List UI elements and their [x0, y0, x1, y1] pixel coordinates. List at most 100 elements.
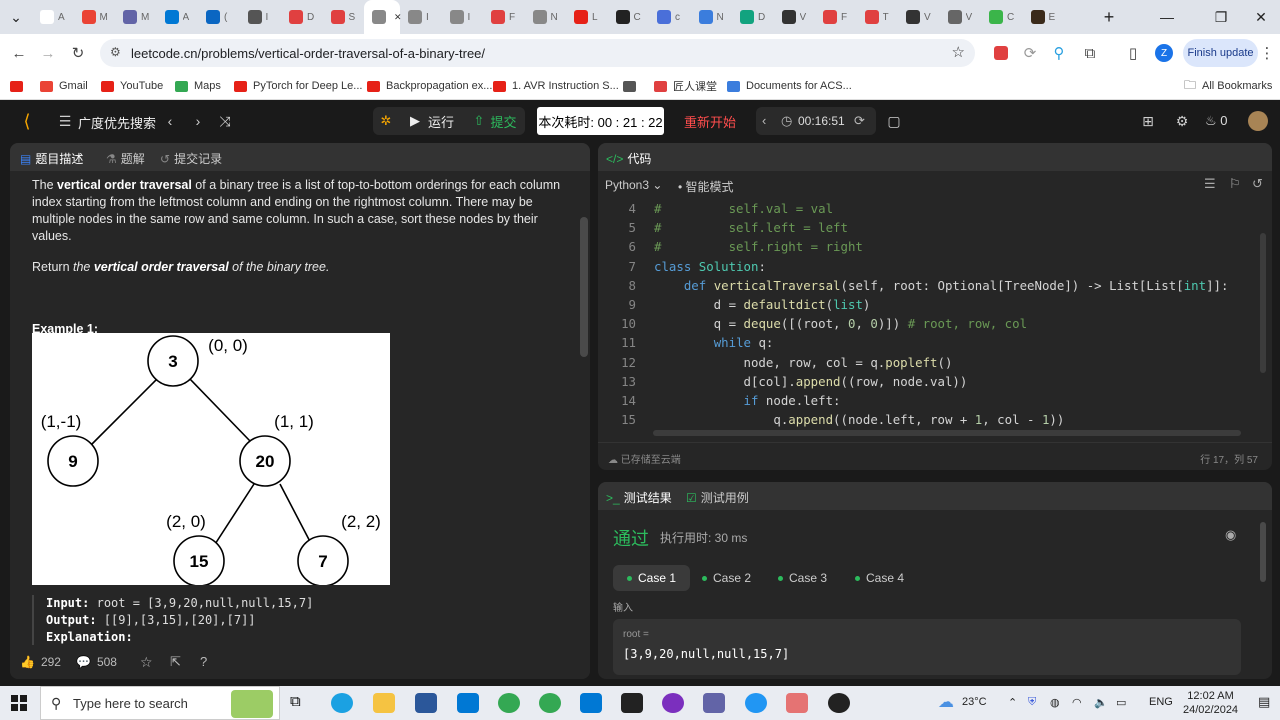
bookmark-item[interactable]: 1. AVR Instruction S...	[493, 78, 619, 94]
tab-submissions[interactable]: ↺ 提交记录	[160, 150, 222, 167]
browser-tab[interactable]: V	[774, 0, 816, 34]
teams-icon[interactable]	[703, 693, 725, 713]
eye-icon[interactable]: ◉	[1225, 527, 1236, 543]
case-tab-3[interactable]: Case 3	[764, 565, 841, 591]
omnibox[interactable]: ⚙ leetcode.cn/problems/vertical-order-tr…	[100, 39, 975, 67]
layout-icon[interactable]: ⊞	[1138, 111, 1158, 131]
shield-icon[interactable]: ⛨	[1028, 696, 1036, 709]
finish-update-button[interactable]: Finish update	[1183, 39, 1258, 67]
code-line[interactable]: 14 if node.left:	[598, 393, 840, 412]
editor-vscrollbar[interactable]	[1260, 233, 1266, 373]
tab-search-icon[interactable]: ⌄	[0, 0, 32, 34]
code-line[interactable]: 11 while q:	[598, 335, 773, 354]
reset-timer-icon[interactable]: ⟳	[854, 113, 865, 129]
prev-problem-icon[interactable]: ‹	[160, 111, 180, 131]
chrome-icon-2[interactable]	[539, 693, 561, 713]
bookmark-item[interactable]: Maps	[175, 78, 221, 94]
volume-icon[interactable]: 🔈	[1094, 696, 1108, 709]
case-tab-1[interactable]: Case 1	[613, 565, 691, 591]
app-icon-3[interactable]	[745, 693, 767, 713]
code-tab[interactable]: </> 代码	[606, 150, 651, 167]
code-line[interactable]: 9 d = defaultdict(list)	[598, 297, 871, 316]
bookmark-item[interactable]: 匠人课堂	[654, 78, 717, 94]
extensions-icon[interactable]: ⧉	[1079, 42, 1101, 64]
tab-solutions[interactable]: ⚗ 题解	[106, 150, 145, 167]
browser-tab[interactable]: V	[898, 0, 940, 34]
browser-tab[interactable]: F	[483, 0, 525, 34]
tray-app-icon[interactable]: ◍	[1050, 696, 1060, 709]
tray-chevron-icon[interactable]: ⌃	[1008, 696, 1017, 709]
app-icon-4[interactable]	[786, 693, 808, 713]
edge-icon[interactable]	[331, 693, 353, 713]
like-button[interactable]: 👍 292	[20, 655, 61, 669]
app-icon-1[interactable]	[415, 693, 437, 713]
back-icon[interactable]: ←	[8, 42, 30, 64]
browser-tab[interactable]: N	[691, 0, 733, 34]
file-explorer-icon[interactable]	[373, 693, 395, 713]
bookmark-item[interactable]: PyTorch for Deep Le...	[234, 78, 362, 94]
wifi-icon[interactable]: ◠	[1072, 696, 1082, 709]
bookmark-item[interactable]: Backpropagation ex...	[367, 78, 492, 94]
chevron-left-icon[interactable]: ‹	[762, 113, 766, 128]
weather-temp[interactable]: 23°C	[962, 696, 987, 708]
translate-icon[interactable]: ⟳	[1019, 42, 1041, 64]
settings-gear-icon[interactable]: ⚙	[1172, 111, 1192, 131]
code-line[interactable]: 6 # self.right = right	[598, 239, 863, 258]
help-icon[interactable]: ?	[200, 654, 207, 669]
bookmark-item[interactable]	[10, 78, 23, 94]
tab-description[interactable]: ▤ 题目描述	[20, 150, 83, 167]
new-tab-button[interactable]: +	[1094, 0, 1124, 34]
user-avatar[interactable]	[1248, 111, 1268, 131]
browser-tab[interactable]: c	[649, 0, 691, 34]
code-line[interactable]: 13 d[col].append((row, node.val))	[598, 374, 967, 393]
case-tab-4[interactable]: Case 4	[841, 565, 918, 591]
terminal-app-icon[interactable]	[621, 693, 643, 713]
chrome-icon[interactable]	[498, 693, 520, 713]
browser-tab[interactable]: S✕	[364, 0, 402, 34]
app-icon-2[interactable]	[662, 693, 684, 713]
site-info-icon[interactable]: ⚙	[110, 45, 121, 59]
bookmark-icon[interactable]: ⚐	[1229, 176, 1241, 192]
code-line[interactable]: 10 q = deque([(root, 0, 0)]) # root, row…	[598, 316, 1027, 335]
language-indicator[interactable]: ENG	[1149, 696, 1173, 708]
restart-button[interactable]: 重新开始	[675, 107, 745, 135]
tab-test-results[interactable]: >_ 测试结果	[606, 489, 672, 506]
browser-tab[interactable]: M	[115, 0, 157, 34]
problem-list-icon[interactable]: ☰	[55, 111, 75, 131]
bookmark-item[interactable]: Gmail	[40, 78, 88, 94]
browser-tab[interactable]: D	[732, 0, 774, 34]
format-icon[interactable]: ☰	[1204, 176, 1216, 192]
next-problem-icon[interactable]: ›	[188, 111, 208, 131]
reload-icon[interactable]: ↻	[67, 42, 89, 64]
extension-red-icon[interactable]	[990, 42, 1012, 64]
leetcode-logo-icon[interactable]: ⟨	[17, 111, 37, 131]
battery-icon[interactable]: ▭	[1116, 696, 1126, 709]
share-icon[interactable]: ⇱	[170, 654, 181, 670]
results-scrollbar[interactable]	[1260, 522, 1266, 582]
minimize-button[interactable]: —	[1144, 0, 1190, 34]
debug-icon[interactable]: ✲	[373, 107, 399, 135]
reset-code-icon[interactable]: ↺	[1252, 176, 1263, 192]
description-scrollbar[interactable]	[580, 177, 588, 645]
code-line[interactable]: 12 node, row, col = q.popleft()	[598, 355, 952, 374]
notifications-icon[interactable]: ▤	[1258, 694, 1270, 710]
run-button[interactable]: ▶ 运行	[399, 107, 465, 135]
description-scroll-thumb[interactable]	[580, 217, 588, 357]
browser-tab[interactable]: A	[32, 0, 74, 34]
shuffle-icon[interactable]: ⤨	[215, 111, 235, 131]
task-view-icon[interactable]: ⧉	[290, 693, 312, 713]
code-line[interactable]: 4 # self.val = val	[598, 201, 834, 220]
code-line[interactable]: 5 # self.left = left	[598, 220, 848, 239]
windows-start-icon[interactable]	[11, 695, 27, 711]
problem-list-title[interactable]: 广度优先搜索	[78, 113, 156, 132]
browser-tab[interactable]: C	[608, 0, 650, 34]
notes-icon[interactable]: ▢	[884, 111, 904, 131]
browser-tab[interactable]: L	[566, 0, 608, 34]
browser-tab[interactable]: E	[1023, 0, 1065, 34]
browser-tab[interactable]: M	[74, 0, 116, 34]
code-line[interactable]: 7 class Solution:	[598, 259, 766, 278]
code-line[interactable]: 15 q.append((node.left, row + 1, col - 1…	[598, 412, 1064, 431]
case-tab-2[interactable]: Case 2	[688, 565, 765, 591]
browser-tab[interactable]: I	[442, 0, 484, 34]
url-text[interactable]: leetcode.cn/problems/vertical-order-trav…	[131, 46, 485, 61]
